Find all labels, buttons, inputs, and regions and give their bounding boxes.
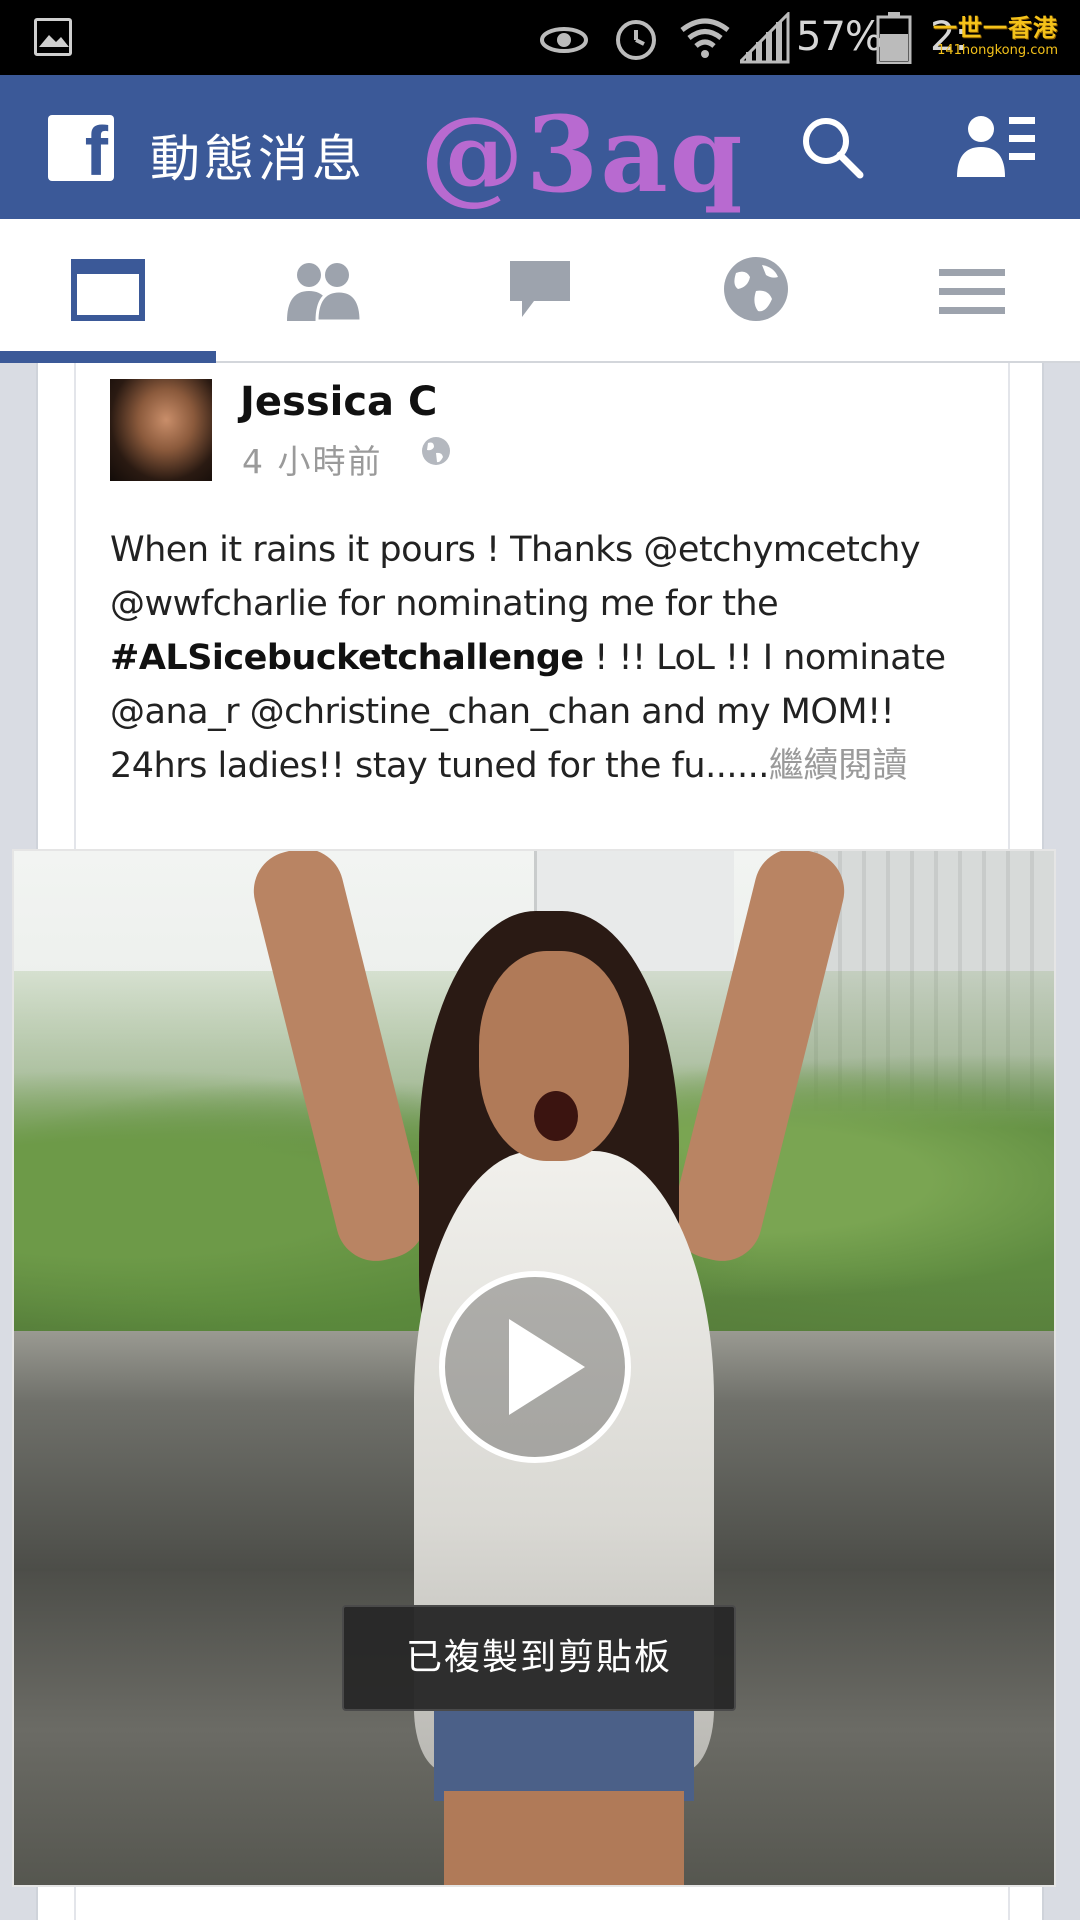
watermark-title: 一世一香港	[933, 14, 1058, 42]
see-more-link[interactable]: 繼續閱讀	[769, 746, 908, 786]
post-text-line-5-text: 24hrs ladies!! stay tuned for the fu....…	[110, 746, 769, 786]
eye-icon	[538, 12, 590, 66]
tab-notifications[interactable]	[648, 219, 864, 363]
search-icon[interactable]	[800, 115, 864, 183]
post-text-line-4: @ana_r @christine_chan_chan and my MOM!!	[110, 692, 895, 732]
battery-icon	[876, 12, 912, 68]
facebook-logo-icon[interactable]: f	[48, 115, 114, 181]
battery-percent: 57%	[796, 14, 883, 60]
alarm-icon	[610, 12, 662, 68]
play-button[interactable]	[439, 1271, 631, 1463]
page-title: 動態消息	[150, 130, 366, 188]
wifi-icon	[678, 12, 732, 70]
author-name[interactable]: Jessica C	[240, 379, 437, 425]
post-text-line-3-rest: ! !! LoL !! I nominate	[583, 638, 946, 678]
tab-friend-requests[interactable]	[216, 219, 432, 363]
post-text-line-3: #ALSicebucketchallenge ! !! LoL !! I nom…	[110, 631, 970, 685]
tab-news-feed[interactable]	[0, 219, 216, 365]
post-text: When it rains it pours ! Thanks @etchymc…	[110, 523, 970, 793]
friends-icon	[283, 259, 365, 325]
tab-more[interactable]	[864, 219, 1080, 363]
globe-icon	[722, 255, 790, 327]
news-feed-icon	[71, 259, 145, 325]
chat-icon	[508, 259, 572, 325]
watermark: 一世一香港 141hongkong.com	[933, 8, 1058, 58]
status-bar: 57% 2: 一世一香港 141hongkong.com	[0, 0, 1080, 75]
signal-icon	[736, 10, 790, 68]
post-text-line-2: @wwfcharlie for nominating me for the	[110, 584, 779, 624]
menu-icon	[939, 267, 1005, 321]
app-header: f 動態消息 @3aq	[0, 75, 1080, 219]
post-timestamp[interactable]: 4 小時前	[242, 435, 383, 483]
overlay-tag: @3aq	[420, 93, 745, 216]
privacy-globe-icon	[420, 435, 452, 471]
video-frame-shorts	[434, 1711, 694, 1801]
play-icon	[509, 1319, 585, 1415]
hashtag-link[interactable]: #ALSicebucketchallenge	[110, 638, 584, 678]
avatar[interactable]	[110, 379, 212, 481]
watermark-sub: 141hongkong.com	[937, 43, 1058, 58]
post-text-line-5: 24hrs ladies!! stay tuned for the fu....…	[110, 739, 970, 793]
tab-bar	[0, 219, 1080, 365]
profile-menu-icon[interactable]	[955, 113, 1037, 183]
clipboard-toast: 已複製到剪貼板	[342, 1605, 736, 1711]
video-frame-legs	[444, 1791, 684, 1885]
video-frame-mouth	[534, 1091, 578, 1141]
tab-messages[interactable]	[432, 219, 648, 363]
gallery-notification-icon	[34, 18, 72, 56]
video-player[interactable]	[12, 849, 1056, 1887]
post-text-line-1: When it rains it pours ! Thanks @etchymc…	[110, 530, 921, 570]
